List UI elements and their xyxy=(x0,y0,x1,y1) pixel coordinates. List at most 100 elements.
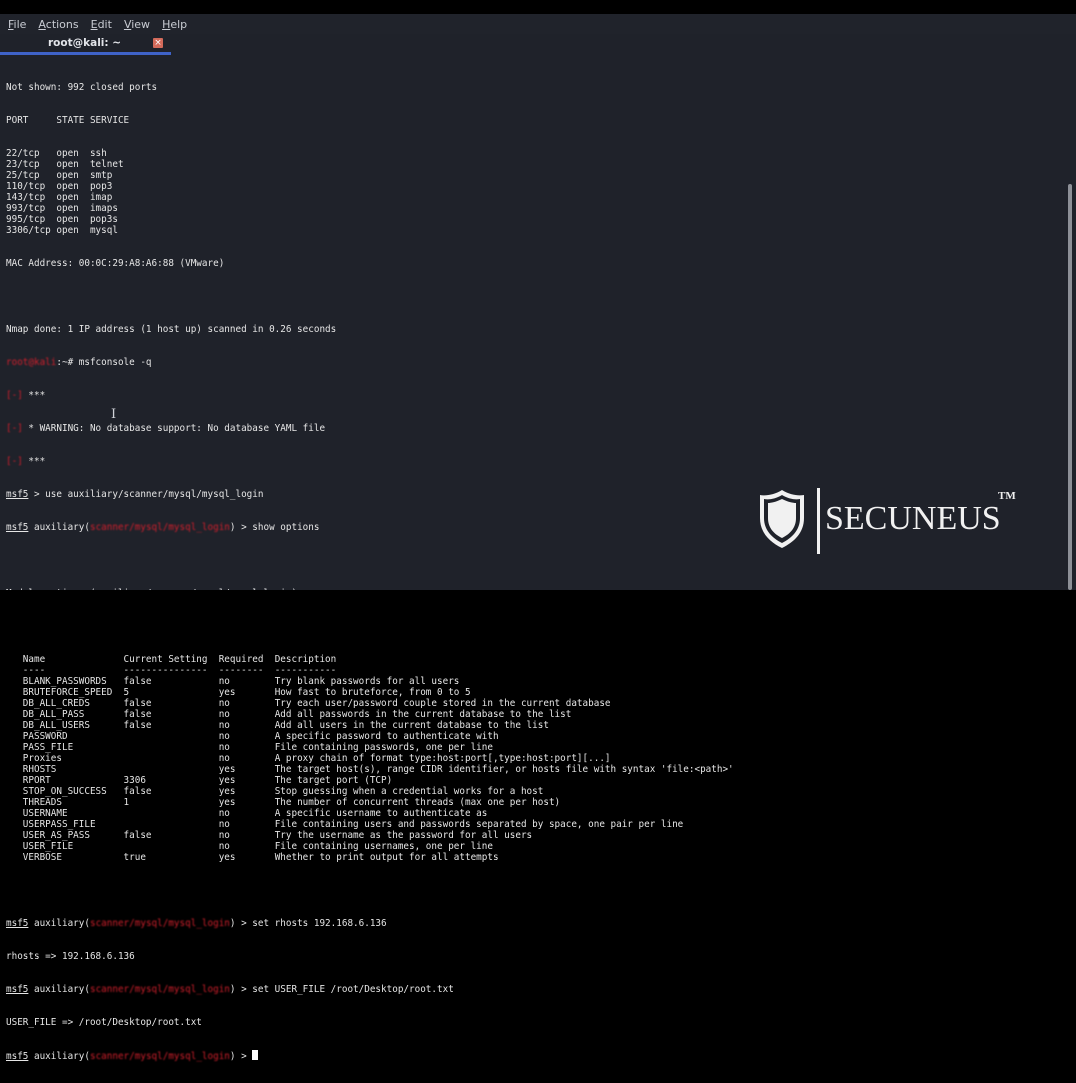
options-table: Name Current Setting Required Descriptio… xyxy=(6,654,1036,863)
option-name: Name xyxy=(22,654,124,665)
shield-icon xyxy=(760,490,804,548)
options-table-row: THREADS 1 yes The number of concurrent t… xyxy=(6,797,1036,808)
option-required: yes xyxy=(218,852,275,863)
option-required: yes xyxy=(218,775,275,786)
option-name: Proxies xyxy=(22,753,124,764)
option-current-setting: false xyxy=(123,676,219,687)
warn-line: [-] *** xyxy=(6,456,46,467)
bottom-black-bar xyxy=(0,590,1076,604)
nmap-mac: MAC Address: 00:0C:29:A8:A6:88 (VMware) xyxy=(6,258,225,269)
option-name: DB_ALL_USERS xyxy=(22,720,124,731)
option-required: -------- xyxy=(218,665,275,676)
option-required: no xyxy=(218,731,275,742)
option-required: no xyxy=(218,830,275,841)
warn-line: [-] *** xyxy=(6,390,46,401)
option-required: no xyxy=(218,698,275,709)
rhosts-result: rhosts => 192.168.6.136 xyxy=(6,951,135,962)
options-table-header: Name Current Setting Required Descriptio… xyxy=(6,654,1036,665)
option-current-setting: false xyxy=(123,720,219,731)
nmap-port-line: 993/tcp open imaps xyxy=(6,203,118,214)
option-current-setting: 3306 xyxy=(123,775,219,786)
option-description: How fast to bruteforce, from 0 to 5 xyxy=(274,687,471,698)
options-table-row: USER_AS_PASS false no Try the username a… xyxy=(6,830,1036,841)
menu-edit[interactable]: Edit xyxy=(83,18,112,31)
msf-current-prompt: msf5 auxiliary(scanner/mysql/mysql_login… xyxy=(6,1050,1036,1062)
options-table-row: PASS_FILE no File containing passwords, … xyxy=(6,742,1036,753)
option-required: yes xyxy=(218,786,275,797)
option-required: yes xyxy=(218,687,275,698)
options-table-row: DB_ALL_USERS false no Add all users in t… xyxy=(6,720,1036,731)
secuneus-watermark: SECUNEUS TM xyxy=(757,488,1027,558)
option-required: Required xyxy=(218,654,275,665)
option-description: File containing usernames, one per line xyxy=(274,841,493,852)
menu-actions[interactable]: Actions xyxy=(30,18,78,31)
nmap-not-shown: Not shown: 992 closed ports xyxy=(6,82,158,93)
option-name: RPORT xyxy=(22,775,124,786)
option-current-setting xyxy=(124,753,219,764)
nmap-port-line: 3306/tcp open mysql xyxy=(6,225,118,236)
option-current-setting: Current Setting xyxy=(123,654,219,665)
option-description: Try blank passwords for all users xyxy=(274,676,460,687)
scrollbar-thumb[interactable] xyxy=(1068,184,1072,590)
option-name: DB_ALL_CREDS xyxy=(22,698,124,709)
userfile-result: USER_FILE => /root/Desktop/root.txt xyxy=(6,1017,202,1028)
option-name: STOP_ON_SUCCESS xyxy=(22,786,124,797)
shell-prompt-user: root@kali xyxy=(6,357,57,368)
options-table-row: BLANK_PASSWORDS false no Try blank passw… xyxy=(6,676,1036,687)
tab-root-kali[interactable]: root@kali: ~ × xyxy=(0,34,171,55)
text-cursor xyxy=(252,1050,259,1060)
option-name: RHOSTS xyxy=(22,764,124,775)
menubar: File Actions Edit View Help xyxy=(0,14,1076,34)
option-required: no xyxy=(218,720,275,731)
option-name: USERPASS_FILE xyxy=(22,819,124,830)
option-description: The target port (TCP) xyxy=(274,775,393,786)
option-required: no xyxy=(218,841,275,852)
option-required: yes xyxy=(218,797,275,808)
option-required: no xyxy=(218,808,275,819)
option-name: PASS_FILE xyxy=(22,742,124,753)
option-description: A specific username to authenticate as xyxy=(274,808,488,819)
options-table-row: RHOSTS yes The target host(s), range CID… xyxy=(6,764,1036,775)
close-icon[interactable]: × xyxy=(153,38,163,48)
option-required: no xyxy=(218,676,275,687)
option-current-setting: false xyxy=(123,698,219,709)
nmap-port-line: 23/tcp open telnet xyxy=(6,159,124,170)
option-name: BRUTEFORCE_SPEED xyxy=(22,687,124,698)
option-name: ---- xyxy=(22,665,124,676)
option-description: Try each user/password couple stored in … xyxy=(274,698,611,709)
option-required: no xyxy=(218,709,275,720)
nmap-done: Nmap done: 1 IP address (1 host up) scan… xyxy=(6,324,337,335)
menu-view[interactable]: View xyxy=(116,18,150,31)
option-current-setting: false xyxy=(123,786,219,797)
nmap-port-line: 22/tcp open ssh xyxy=(6,148,107,159)
options-table-row: VERBOSE true yes Whether to print output… xyxy=(6,852,1036,863)
option-current-setting xyxy=(124,808,219,819)
option-required: yes xyxy=(218,764,275,775)
option-current-setting: false xyxy=(123,709,219,720)
options-table-row: USER_FILE no File containing usernames, … xyxy=(6,841,1036,852)
option-name: BLANK_PASSWORDS xyxy=(22,676,124,687)
option-description: Description xyxy=(274,654,337,665)
option-description: Stop guessing when a credential works fo… xyxy=(274,786,544,797)
options-table-underline: ---- --------------- -------- ----------… xyxy=(6,665,1036,676)
options-table-row: STOP_ON_SUCCESS false yes Stop guessing … xyxy=(6,786,1036,797)
options-table-row: RPORT 3306 yes The target port (TCP) xyxy=(6,775,1036,786)
option-name: PASSWORD xyxy=(22,731,124,742)
option-description: A specific password to authenticate with xyxy=(274,731,499,742)
options-table-row: PASSWORD no A specific password to authe… xyxy=(6,731,1036,742)
option-required: no xyxy=(218,742,275,753)
msf-set-rhosts-line: msf5 auxiliary(scanner/mysql/mysql_login… xyxy=(6,918,387,929)
option-current-setting xyxy=(124,764,219,775)
warn-line: [-] * WARNING: No database support: No d… xyxy=(6,423,326,434)
menu-help[interactable]: Help xyxy=(154,18,187,31)
option-description: File containing users and passwords sepa… xyxy=(274,819,684,830)
nmap-port-line: 995/tcp open pop3s xyxy=(6,214,118,225)
logo-divider xyxy=(817,488,820,554)
mouse-ibeam-icon: I xyxy=(111,407,117,422)
option-description: The number of concurrent threads (max on… xyxy=(274,797,561,808)
option-name: USER_FILE xyxy=(22,841,124,852)
option-current-setting: 5 xyxy=(123,687,219,698)
top-black-bar xyxy=(0,0,1076,14)
menu-file[interactable]: File xyxy=(0,18,26,31)
option-current-setting xyxy=(124,731,219,742)
